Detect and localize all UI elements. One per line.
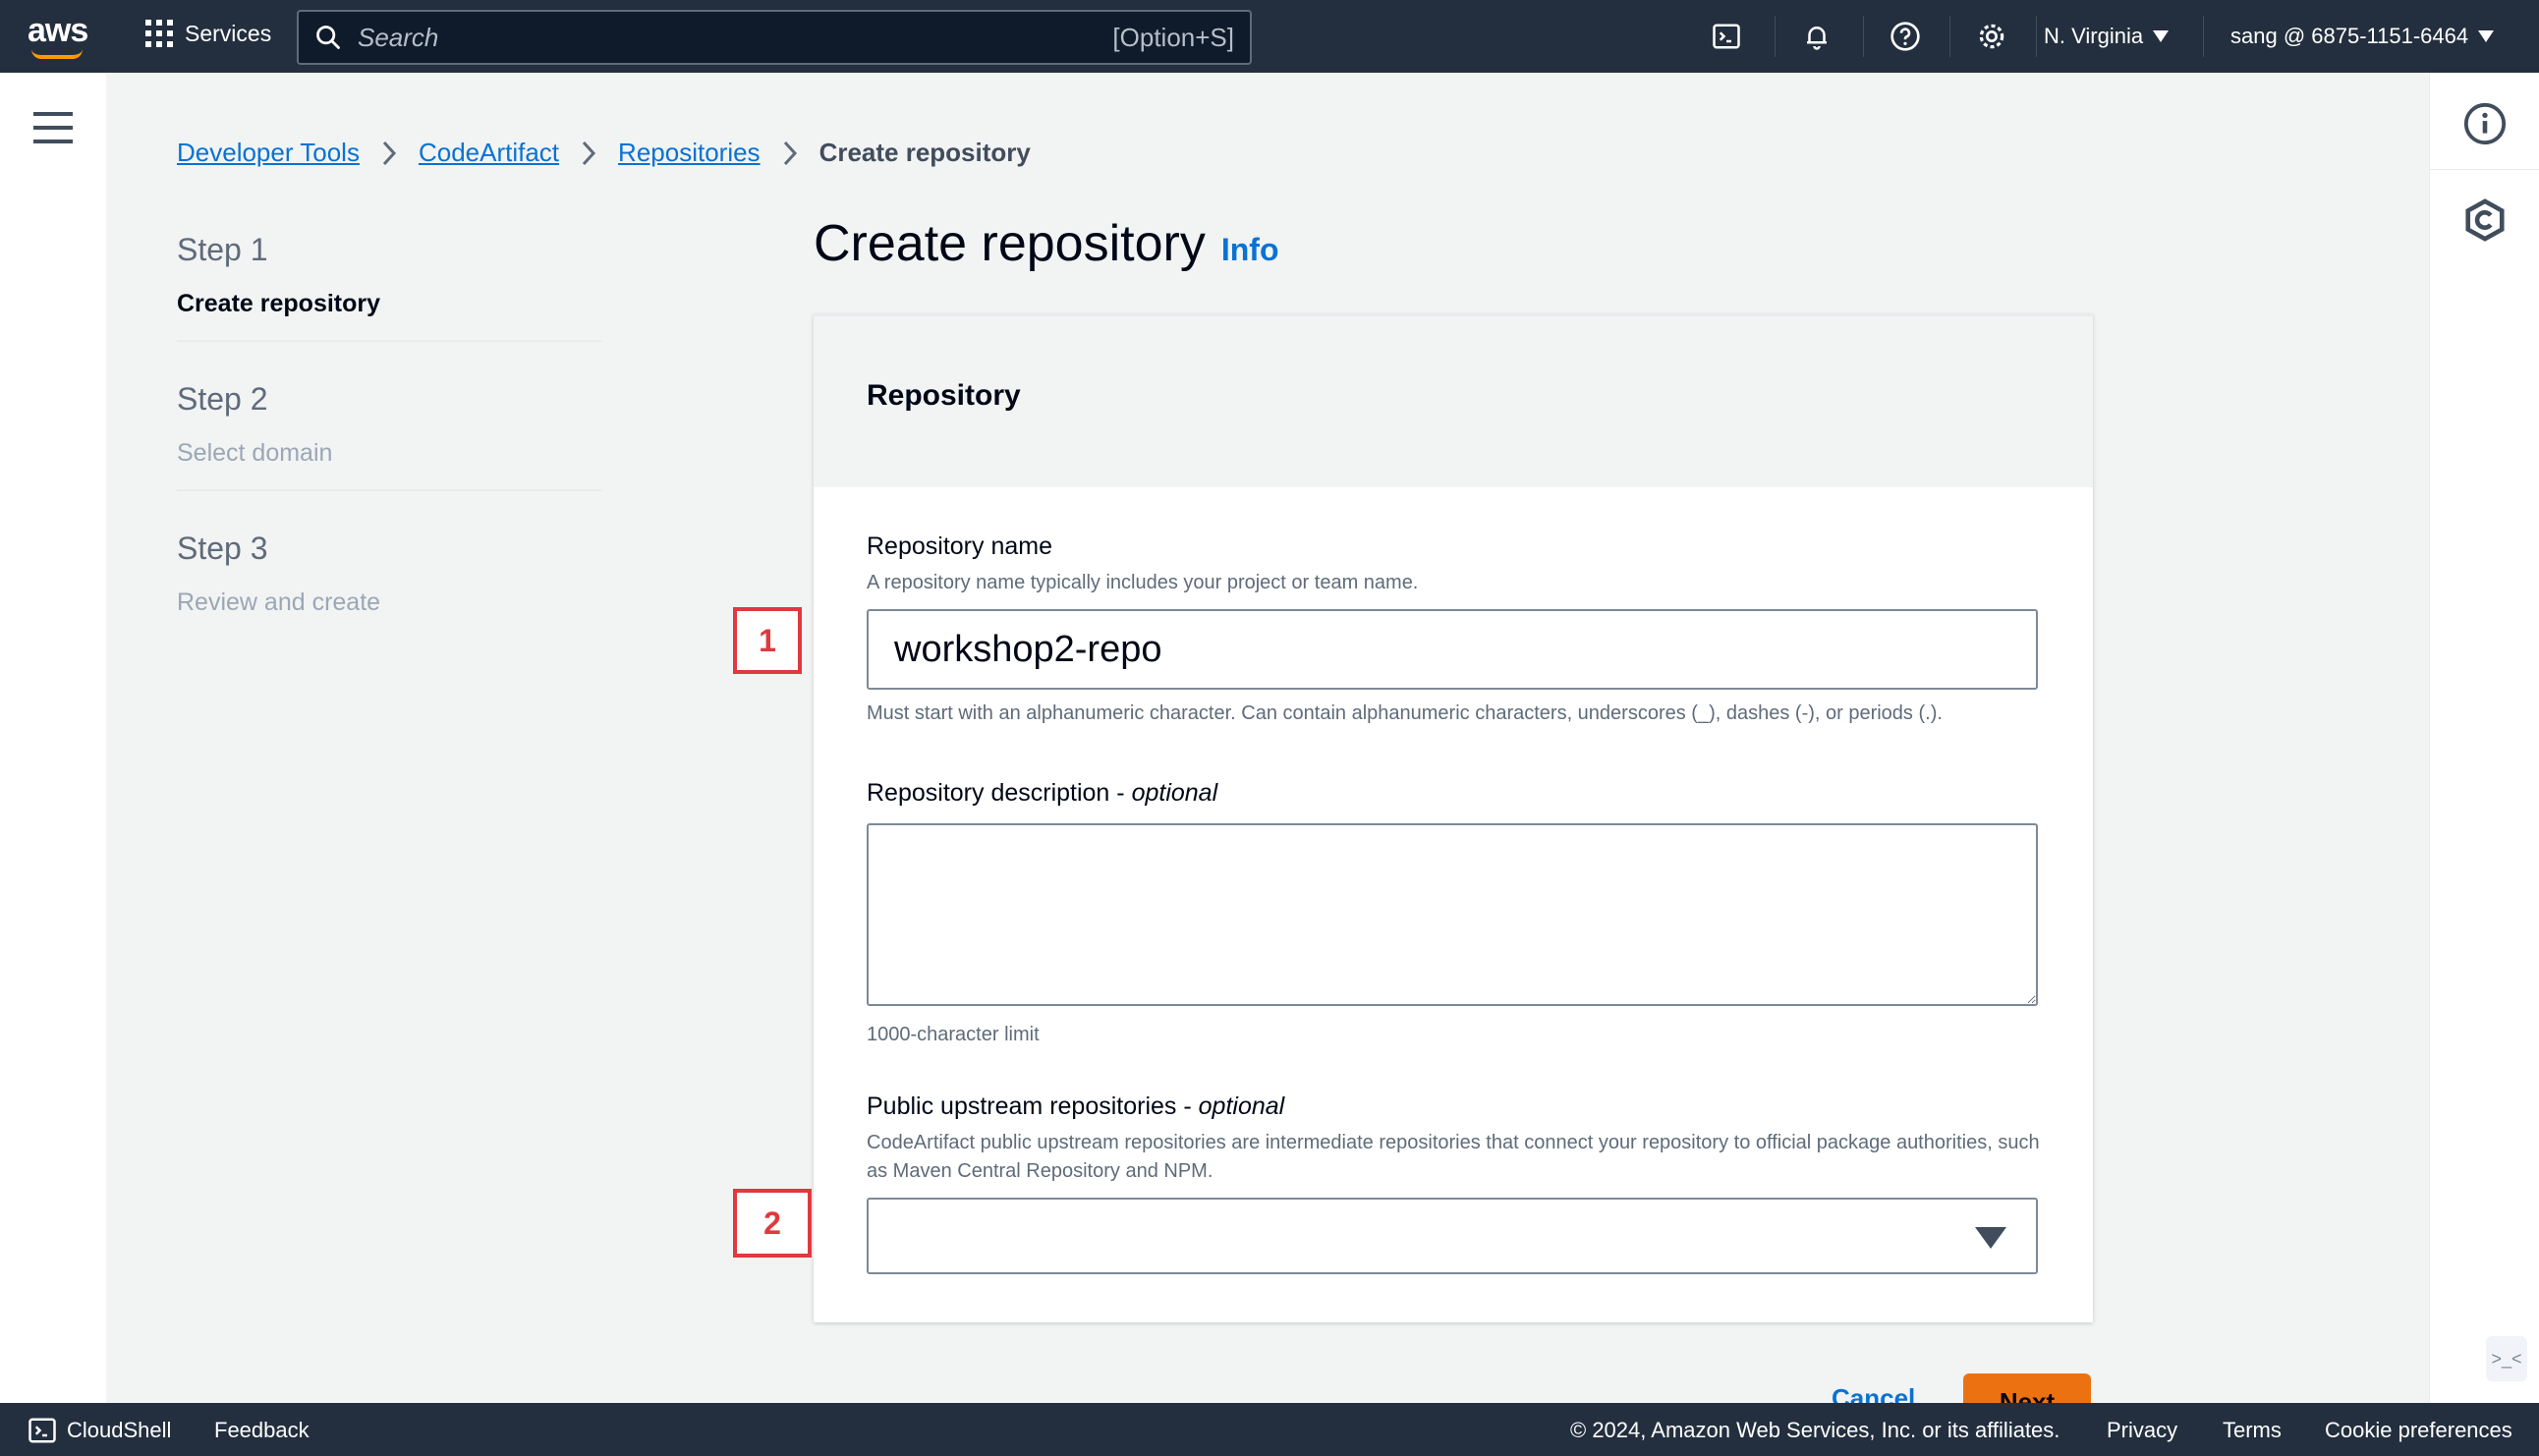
cloudshell-icon[interactable]: [1708, 18, 1745, 55]
search-shortcut: [Option+S]: [1112, 22, 1234, 52]
repository-panel: Repository Repository name A repository …: [814, 314, 2093, 1322]
region-selector[interactable]: N. Virginia: [2044, 24, 2170, 49]
feedback-widget-icon[interactable]: >_<: [2486, 1336, 2527, 1381]
wizard-steps: Step 1 Create repository Step 2 Select d…: [177, 232, 601, 678]
chevron-right-icon: [381, 140, 397, 166]
terms-link[interactable]: Terms: [2223, 1418, 2282, 1443]
chevron-right-icon: [782, 140, 798, 166]
copyright-text: © 2024, Amazon Web Services, Inc. or its…: [1570, 1418, 2060, 1442]
panel-title: Repository: [867, 379, 1021, 412]
panel-body: Repository name A repository name typica…: [814, 487, 2093, 1274]
footer: CloudShell Feedback © 2024, Amazon Web S…: [0, 1403, 2539, 1456]
upstream-repositories-label: Public upstream repositories - optional: [867, 1092, 2040, 1121]
caret-down-icon: [2478, 30, 2495, 42]
right-rail: [2429, 73, 2539, 1403]
account-menu[interactable]: sang @ 6875-1151-6464: [2230, 24, 2495, 49]
step-title: Create repository: [177, 290, 381, 317]
search-icon: [316, 26, 340, 49]
step-number: Step 3: [177, 531, 268, 566]
terminal-icon: [28, 1418, 56, 1443]
aws-logo-text: aws: [28, 12, 88, 49]
description-limit: 1000-character limit: [867, 1024, 1040, 1045]
annotation-marker-2: 2: [733, 1189, 812, 1258]
bell-icon[interactable]: [1798, 18, 1835, 55]
aws-smile-icon: [31, 49, 83, 59]
caret-down-icon: [1975, 1227, 2006, 1249]
optional-tag: optional: [1198, 1092, 1285, 1120]
description-label-text: Repository description -: [867, 779, 1132, 807]
step-number: Step 1: [177, 232, 268, 267]
privacy-link[interactable]: Privacy: [2107, 1418, 2177, 1443]
cookie-preferences-link[interactable]: Cookie preferences: [2325, 1418, 2512, 1443]
cloudshell-label: CloudShell: [67, 1418, 172, 1442]
account-label: sang @ 6875-1151-6464: [2230, 24, 2469, 48]
repository-name-constraint: Must start with an alphanumeric characte…: [867, 702, 1943, 724]
upstream-label-text: Public upstream repositories -: [867, 1092, 1199, 1120]
aws-logo[interactable]: aws: [28, 14, 92, 59]
search-bar[interactable]: [Option+S]: [297, 10, 1252, 65]
feedback-link[interactable]: Feedback: [214, 1418, 310, 1443]
repository-name-input[interactable]: [867, 609, 2038, 690]
annotation-marker-1: 1: [733, 607, 802, 674]
step-title: Select domain: [177, 439, 333, 467]
info-icon[interactable]: [2457, 96, 2512, 151]
page-title: Create repository: [814, 215, 1206, 272]
search-input[interactable]: [358, 22, 1113, 53]
chevron-right-icon: [581, 140, 596, 166]
repository-description-label: Repository description - optional: [867, 779, 2040, 808]
breadcrumb-repositories[interactable]: Repositories: [618, 138, 761, 168]
help-icon[interactable]: [1887, 18, 1924, 55]
repository-name-description: A repository name typically includes you…: [867, 572, 1419, 593]
gear-icon[interactable]: [1973, 18, 2010, 55]
left-rail: [0, 73, 106, 1403]
upstream-repositories-select[interactable]: [867, 1198, 2038, 1274]
breadcrumb-developer-tools[interactable]: Developer Tools: [177, 138, 360, 168]
step-title: Review and create: [177, 588, 381, 616]
step-3: Step 3 Review and create: [177, 531, 601, 639]
region-label: N. Virginia: [2044, 24, 2144, 48]
step-number: Step 2: [177, 381, 268, 417]
breadcrumb-current: Create repository: [818, 138, 1031, 167]
page-header: Create repository Info: [814, 214, 1278, 273]
menu-icon[interactable]: [33, 112, 73, 145]
grid-icon: [145, 20, 173, 47]
breadcrumb: Developer Tools CodeArtifact Repositorie…: [177, 138, 1031, 168]
upstream-repositories-description: CodeArtifact public upstream repositorie…: [867, 1132, 2040, 1182]
repository-name-label: Repository name: [867, 532, 1052, 560]
cloudshell-button[interactable]: CloudShell: [28, 1416, 171, 1445]
info-link[interactable]: Info: [1221, 232, 1279, 268]
services-menu-button[interactable]: Services: [145, 20, 271, 47]
step-2: Step 2 Select domain: [177, 381, 601, 491]
panel-header: Repository: [814, 316, 2093, 487]
services-label: Services: [185, 20, 272, 46]
top-navigation: aws Services [Option+S] N. Virginia sang…: [0, 0, 2539, 73]
breadcrumb-codeartifact[interactable]: CodeArtifact: [419, 138, 559, 168]
step-1: Step 1 Create repository: [177, 232, 601, 342]
hexagon-icon[interactable]: [2457, 193, 2512, 248]
caret-down-icon: [2153, 30, 2170, 42]
optional-tag: optional: [1131, 779, 1218, 807]
repository-description-input[interactable]: [867, 823, 2038, 1006]
